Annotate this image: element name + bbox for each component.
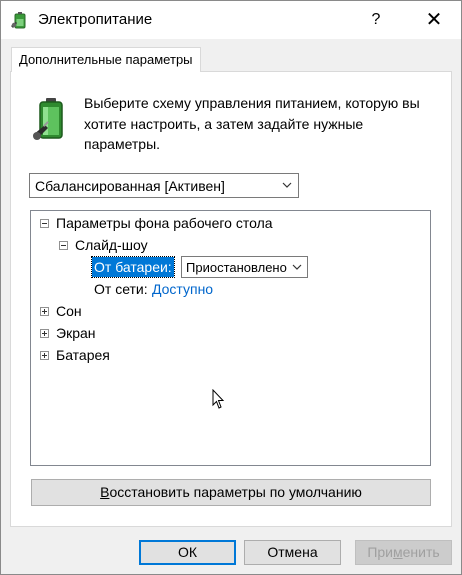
power-scheme-value: Сбалансированная [Активен] bbox=[35, 178, 225, 194]
title-bar[interactable]: Электропитание ? ✕ bbox=[1, 1, 461, 39]
on-battery-dropdown[interactable]: Приостановлено bbox=[181, 256, 308, 278]
collapse-icon[interactable] bbox=[59, 241, 68, 250]
chevron-down-icon bbox=[282, 182, 292, 188]
help-button[interactable]: ? bbox=[353, 1, 399, 39]
collapse-icon[interactable] bbox=[40, 219, 49, 228]
ok-button[interactable]: ОК bbox=[139, 540, 236, 565]
mouse-cursor-icon bbox=[212, 389, 225, 409]
battery-plug-icon bbox=[33, 98, 63, 140]
apply-accel: м bbox=[393, 544, 403, 560]
tab-advanced-settings[interactable]: Дополнительные параметры bbox=[11, 47, 201, 72]
power-scheme-dropdown[interactable]: Сбалансированная [Активен] bbox=[29, 173, 299, 198]
cancel-button[interactable]: Отмена bbox=[244, 540, 341, 565]
window-title: Электропитание bbox=[38, 11, 153, 28]
apply-button[interactable]: Применить bbox=[355, 540, 452, 565]
settings-tree[interactable]: Параметры фона рабочего стола Слайд-шоу … bbox=[30, 210, 431, 466]
restore-defaults-button[interactable]: Восстановить параметры по умолчанию bbox=[31, 479, 431, 506]
on-battery-label[interactable]: От батареи: bbox=[91, 256, 175, 278]
tree-item-display[interactable]: Экран bbox=[56, 325, 96, 341]
power-options-window: Электропитание ? ✕ Дополнительные параме… bbox=[0, 0, 462, 575]
tree-item-desktop-background[interactable]: Параметры фона рабочего стола bbox=[56, 215, 273, 231]
tree-item-slideshow[interactable]: Слайд-шоу bbox=[75, 237, 148, 253]
on-battery-value: Приостановлено bbox=[186, 260, 287, 275]
chevron-down-icon bbox=[292, 264, 302, 270]
restore-defaults-label: осстановить параметры по умолчанию bbox=[109, 484, 362, 500]
tree-item-sleep[interactable]: Сон bbox=[56, 303, 82, 319]
expand-icon[interactable] bbox=[40, 329, 49, 338]
description-text: Выберите схему управления питанием, кото… bbox=[84, 95, 420, 152]
plugged-in-value-link[interactable]: Доступно bbox=[152, 281, 213, 297]
power-plan-icon bbox=[11, 12, 26, 29]
apply-label-post: енить bbox=[402, 544, 440, 560]
expand-icon[interactable] bbox=[40, 307, 49, 316]
apply-label-pre: При bbox=[367, 544, 393, 560]
expand-icon[interactable] bbox=[40, 351, 49, 360]
tree-item-battery[interactable]: Батарея bbox=[56, 347, 110, 363]
plugged-in-label: От сети: bbox=[94, 281, 148, 297]
close-button[interactable]: ✕ bbox=[407, 1, 461, 39]
